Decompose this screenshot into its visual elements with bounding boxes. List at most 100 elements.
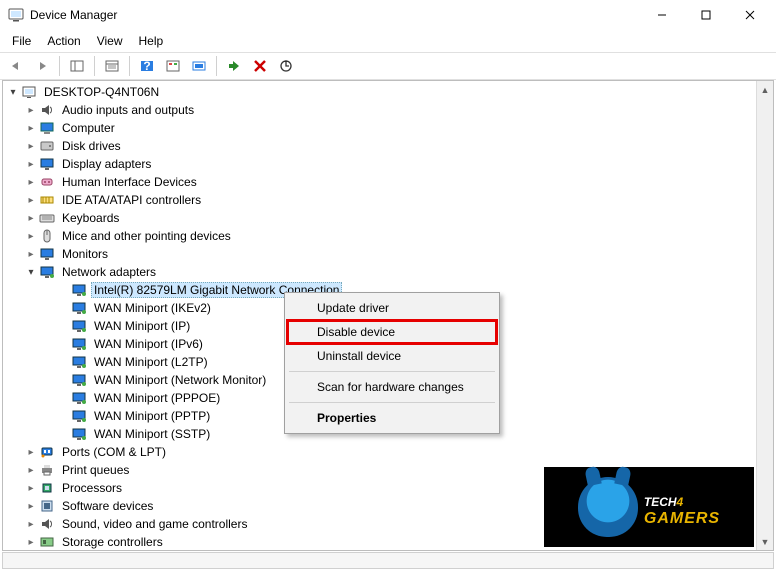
chevron-right-icon[interactable]: ▸ xyxy=(25,158,37,170)
port-icon xyxy=(39,444,55,460)
chevron-right-icon[interactable]: ▸ xyxy=(25,194,37,206)
vertical-scrollbar[interactable]: ▲ ▼ xyxy=(756,81,773,550)
scroll-up-arrow[interactable]: ▲ xyxy=(757,81,773,98)
hid-icon xyxy=(39,174,55,190)
minimize-button[interactable] xyxy=(640,0,684,30)
enable-device-button[interactable] xyxy=(222,54,246,78)
netchild-icon xyxy=(71,354,87,370)
tree-node-label: Processors xyxy=(59,480,125,496)
tree-node-cat-0[interactable]: ▸ Audio inputs and outputs xyxy=(3,101,773,119)
tree-node-cat-8[interactable]: ▸ Monitors xyxy=(3,245,773,263)
properties-button[interactable] xyxy=(100,54,124,78)
context-separator xyxy=(289,371,495,372)
tree-node-cat-3[interactable]: ▸Display adapters xyxy=(3,155,773,173)
watermark-line1a: TECH xyxy=(644,495,677,509)
tree-node-label: Keyboards xyxy=(59,210,122,226)
display-icon xyxy=(39,156,55,172)
chevron-right-icon[interactable]: ▸ xyxy=(25,248,37,260)
sound-icon xyxy=(39,516,55,532)
menu-help[interactable]: Help xyxy=(131,32,172,50)
chevron-right-icon[interactable]: ▸ xyxy=(25,446,37,458)
chevron-right-icon[interactable]: ▸ xyxy=(25,518,37,530)
chevron-right-icon[interactable]: ▸ xyxy=(25,482,37,494)
netchild-icon xyxy=(71,300,87,316)
menu-view[interactable]: View xyxy=(89,32,131,50)
tree-node-label: Storage controllers xyxy=(59,534,166,550)
watermark-line2: GAMERS xyxy=(644,511,720,527)
chevron-right-icon[interactable]: ▸ xyxy=(25,536,37,548)
help-button[interactable]: ? xyxy=(135,54,159,78)
show-hide-console-tree-button[interactable] xyxy=(65,54,89,78)
cpu-icon xyxy=(39,480,55,496)
context-scan-hardware[interactable]: Scan for hardware changes xyxy=(287,375,497,399)
window-title: Device Manager xyxy=(30,8,640,22)
toolbar-separator xyxy=(216,56,217,76)
netchild-icon xyxy=(71,426,87,442)
tree-node-label: Disk drives xyxy=(59,138,124,154)
expander-none xyxy=(57,356,69,368)
scan-hardware-button[interactable] xyxy=(187,54,211,78)
context-properties[interactable]: Properties xyxy=(287,406,497,430)
tree-node-label: DESKTOP-Q4NT06N xyxy=(41,84,162,100)
mouse-icon xyxy=(39,228,55,244)
disk-icon xyxy=(39,138,55,154)
tree-node-cat-10[interactable]: ▸Ports (COM & LPT) xyxy=(3,443,773,461)
chevron-right-icon[interactable]: ▸ xyxy=(25,176,37,188)
chevron-right-icon[interactable]: ▸ xyxy=(25,464,37,476)
audio-icon xyxy=(39,102,55,118)
chevron-right-icon[interactable]: ▸ xyxy=(25,140,37,152)
menu-file[interactable]: File xyxy=(4,32,39,50)
context-update-driver[interactable]: Update driver xyxy=(287,296,497,320)
keyboard-icon xyxy=(39,210,55,226)
mascot-icon xyxy=(578,477,638,537)
expander-none xyxy=(57,410,69,422)
titlebar: Device Manager xyxy=(0,0,776,30)
chevron-down-icon[interactable]: ▾ xyxy=(7,86,19,98)
tree-node-cat-5[interactable]: ▸IDE ATA/ATAPI controllers xyxy=(3,191,773,209)
update-driver-button[interactable] xyxy=(274,54,298,78)
tree-node-cat-9[interactable]: ▾Network adapters xyxy=(3,263,773,281)
expander-none xyxy=(57,392,69,404)
netchild-icon xyxy=(71,390,87,406)
network-icon xyxy=(39,264,55,280)
chevron-right-icon[interactable]: ▸ xyxy=(25,212,37,224)
chevron-right-icon[interactable]: ▸ xyxy=(25,500,37,512)
uninstall-device-button[interactable] xyxy=(248,54,272,78)
context-disable-device[interactable]: Disable device xyxy=(287,320,497,344)
close-button[interactable] xyxy=(728,0,772,30)
tree-node-cat-4[interactable]: ▸Human Interface Devices xyxy=(3,173,773,191)
tree-node-label: Monitors xyxy=(59,246,111,262)
tree-node-label: WAN Miniport (IPv6) xyxy=(91,336,206,352)
forward-button[interactable] xyxy=(30,54,54,78)
tree-node-label: Print queues xyxy=(59,462,132,478)
tree-node-label: Mice and other pointing devices xyxy=(59,228,234,244)
netchild-icon xyxy=(71,282,87,298)
netchild-icon xyxy=(71,318,87,334)
context-uninstall-device[interactable]: Uninstall device xyxy=(287,344,497,368)
tree-node-cat-7[interactable]: ▸ Mice and other pointing devices xyxy=(3,227,773,245)
scroll-down-arrow[interactable]: ▼ xyxy=(757,533,773,550)
menu-action[interactable]: Action xyxy=(39,32,88,50)
maximize-button[interactable] xyxy=(684,0,728,30)
chevron-right-icon[interactable]: ▸ xyxy=(25,122,37,134)
chevron-right-icon[interactable]: ▸ xyxy=(25,104,37,116)
watermark-logo: TECH4 GAMERS xyxy=(544,467,754,547)
tree-node-label: Audio inputs and outputs xyxy=(59,102,197,118)
tree-node-cat-6[interactable]: ▸ Keyboards xyxy=(3,209,773,227)
tree-node-cat-1[interactable]: ▸Computer xyxy=(3,119,773,137)
tree-node-cat-2[interactable]: ▸ Disk drives xyxy=(3,137,773,155)
toolbar-separator xyxy=(59,56,60,76)
chevron-down-icon[interactable]: ▾ xyxy=(25,266,37,278)
tree-node-root[interactable]: ▾ DESKTOP-Q4NT06N xyxy=(3,83,773,101)
watermark-text: TECH4 GAMERS xyxy=(644,487,720,527)
action-center-button[interactable] xyxy=(161,54,185,78)
root-icon xyxy=(21,84,37,100)
back-button[interactable] xyxy=(4,54,28,78)
menubar: File Action View Help xyxy=(0,30,776,52)
netchild-icon xyxy=(71,336,87,352)
tree-node-label: Software devices xyxy=(59,498,156,514)
device-manager-icon xyxy=(8,7,24,23)
chevron-right-icon[interactable]: ▸ xyxy=(25,230,37,242)
printer-icon xyxy=(39,462,55,478)
expander-none xyxy=(57,338,69,350)
